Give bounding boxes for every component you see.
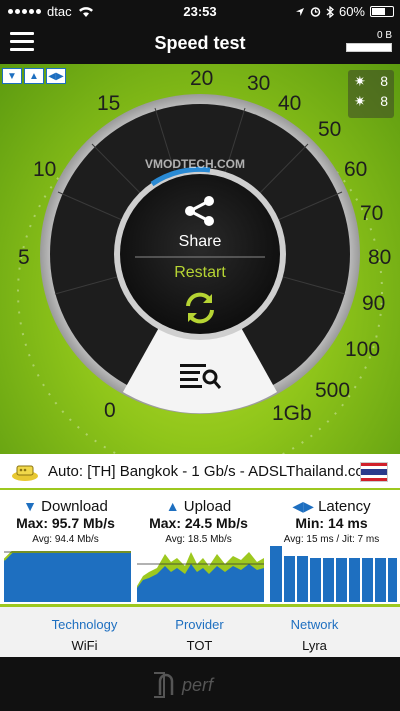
- connection-info: Technology WiFi Provider TOT Network Lyr…: [0, 607, 400, 657]
- scale-label: 20: [190, 67, 214, 90]
- share-label: Share: [178, 233, 222, 250]
- restart-label: Restart: [174, 264, 226, 281]
- download-stat: ▼ Download Max: 95.7 Mb/s Avg: 94.4 Mb/s: [0, 490, 131, 604]
- upload-arrow-icon: ▲: [165, 498, 180, 514]
- status-bar: dtac 23:53 60%: [0, 0, 400, 22]
- download-graph: [4, 551, 131, 602]
- battery-icon: [370, 6, 394, 17]
- provider-value: TOT: [186, 638, 213, 653]
- restart-button[interactable]: Restart: [150, 264, 250, 331]
- latency-arrows-icon: ◀▶: [292, 498, 314, 514]
- bluetooth-icon: [326, 5, 334, 18]
- provider-info: Provider TOT: [133, 607, 266, 653]
- scale-label: 100: [345, 338, 381, 361]
- technology-label: Technology: [51, 617, 118, 632]
- latency-graph: [270, 546, 397, 602]
- watermark: VMODTECH.COM: [145, 157, 245, 171]
- download-arrow-icon: ▼: [23, 498, 37, 514]
- stats-panel: ▼ Download Max: 95.7 Mb/s Avg: 94.4 Mb/s…: [0, 490, 400, 607]
- view-up-button[interactable]: ▲: [24, 68, 44, 84]
- svg-text:perf: perf: [181, 675, 215, 695]
- provider-label: Provider: [175, 617, 224, 632]
- view-latency-button[interactable]: ◀▶: [46, 68, 66, 84]
- scale-label: 500: [315, 379, 351, 402]
- upload-graph: [137, 552, 264, 602]
- footer: perf: [0, 657, 400, 711]
- scale-label: 60: [344, 158, 368, 181]
- nperf-logo: perf: [154, 672, 215, 698]
- scale-label: 1Gb: [272, 402, 312, 425]
- data-usage-indicator: 0 B: [346, 30, 392, 52]
- server-icon: [12, 465, 38, 481]
- scale-label: 50: [318, 118, 342, 141]
- server-cluster-icon: ✷: [354, 73, 366, 89]
- scale-label: 70: [360, 202, 384, 225]
- share-icon: [185, 196, 214, 226]
- refresh-icon: [186, 292, 214, 324]
- data-used-value: 0 B: [376, 30, 392, 41]
- scale-label: 40: [278, 92, 302, 115]
- battery-percent: 60%: [338, 4, 365, 19]
- latency-title: Latency: [318, 498, 371, 515]
- gauge-area: ▼ ▲ ◀▶ ✷ 8 ✷ 8 VMODTECH.COM 0 5 10 15 20 3…: [0, 64, 400, 454]
- data-usage-bar: [346, 43, 392, 52]
- thailand-flag-icon: [360, 462, 388, 482]
- scale-label: 15: [97, 92, 121, 115]
- nav-bar: Speed test 0 B: [0, 22, 400, 64]
- view-down-button[interactable]: ▼: [2, 68, 22, 84]
- page-title: Speed test: [154, 33, 246, 53]
- scale-label: 5: [18, 246, 30, 269]
- network-value: Lyra: [302, 638, 327, 653]
- download-title: Download: [41, 498, 108, 515]
- download-avg: Avg: 94.4 Mb/s: [32, 534, 99, 545]
- location-icon: [295, 7, 304, 16]
- scale-label: 10: [33, 158, 57, 181]
- server-count-bottom: 8: [380, 93, 388, 109]
- share-button[interactable]: Share: [150, 194, 250, 251]
- scale-label: 90: [362, 292, 386, 315]
- scale-label: 80: [368, 246, 392, 269]
- latency-avg: Avg: 15 ms / Jit: 7 ms: [283, 534, 380, 545]
- technology-value: WiFi: [71, 638, 98, 653]
- upload-avg: Avg: 18.5 Mb/s: [165, 534, 232, 545]
- technology-info: Technology WiFi: [18, 607, 151, 653]
- upload-max: Max: 24.5 Mb/s: [149, 515, 248, 531]
- server-cluster-icon-2: ✷: [354, 93, 366, 109]
- server-count-top: 8: [380, 73, 388, 89]
- server-count-box[interactable]: ✷ 8 ✷ 8: [348, 70, 394, 118]
- network-info: Network Lyra: [248, 607, 381, 653]
- upload-stat: ▲ Upload Max: 24.5 Mb/s Avg: 18.5 Mb/s: [133, 490, 264, 604]
- upload-title: Upload: [183, 498, 232, 515]
- latency-min: Min: 14 ms: [295, 515, 368, 531]
- download-max: Max: 95.7 Mb/s: [16, 515, 115, 531]
- latency-stat: ◀▶ Latency Min: 14 ms Avg: 15 ms / Jit: …: [266, 490, 397, 604]
- server-bar[interactable]: Auto: [TH] Bangkok - 1 Gb/s - ADSLThaila…: [0, 454, 400, 490]
- server-name: Auto: [TH] Bangkok - 1 Gb/s - ADSLThaila…: [48, 463, 377, 480]
- scale-label: 30: [247, 72, 271, 95]
- network-label: Network: [290, 617, 339, 632]
- alarm-icon: [310, 7, 321, 17]
- view-switcher: ▼ ▲ ◀▶: [2, 68, 66, 84]
- results-list-icon[interactable]: [178, 361, 222, 391]
- scale-label: 0: [104, 399, 116, 422]
